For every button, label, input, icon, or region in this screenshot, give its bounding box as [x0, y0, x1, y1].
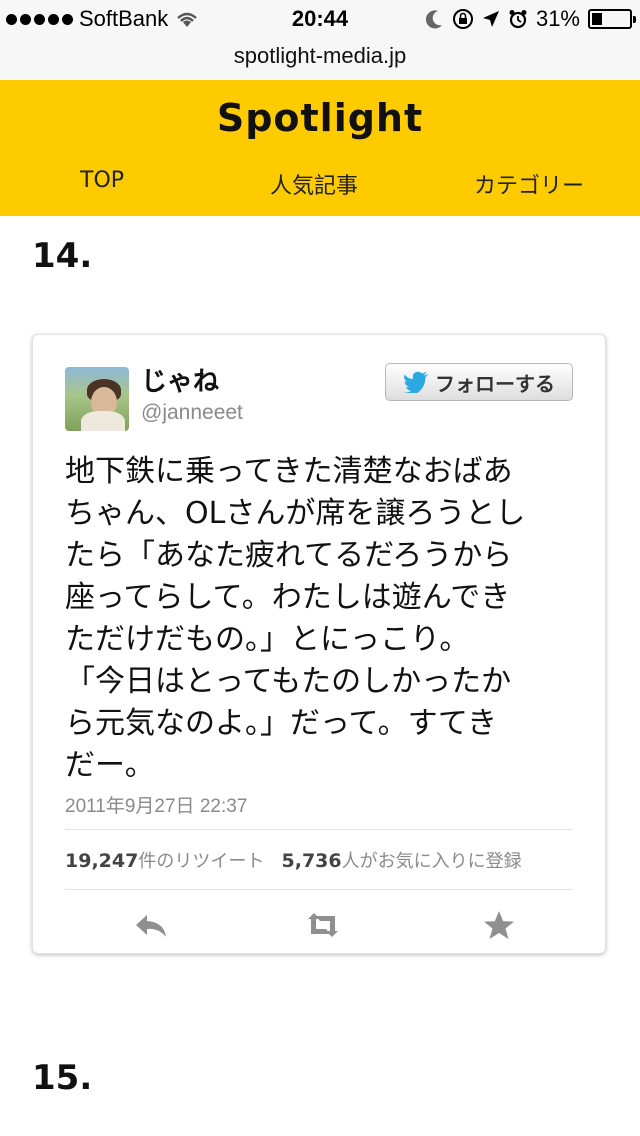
- tweet-handle[interactable]: @janneeet: [141, 401, 243, 425]
- tweet-line: 「今日はとってもたのしかったか: [65, 664, 512, 699]
- rotation-lock-icon: [452, 9, 473, 29]
- nav-categories[interactable]: カテゴリー: [474, 168, 584, 200]
- favorite-count[interactable]: 5,736: [282, 850, 342, 872]
- battery-percent: 31%: [535, 6, 580, 31]
- retweet-icon[interactable]: [305, 909, 341, 941]
- reply-icon[interactable]: [133, 909, 169, 941]
- site-nav: TOP 人気記事 カテゴリー: [0, 168, 640, 208]
- tweet-line: だー。: [65, 748, 155, 783]
- retweet-count[interactable]: 19,247: [65, 850, 138, 872]
- battery-icon: [588, 9, 636, 29]
- tweet-display-name[interactable]: じゃね: [141, 361, 219, 398]
- tweet-timestamp[interactable]: 2011年9月27日 22:37: [65, 791, 247, 818]
- tweet-line: ちゃん、OLさんが席を譲ろうとし: [65, 496, 526, 531]
- favorite-icon[interactable]: [481, 909, 517, 941]
- tweet-text: 地下鉄に乗ってきた清楚なおばあ ちゃん、OLさんが席を譲ろうとし たら「あなた疲…: [65, 451, 577, 787]
- address-bar[interactable]: spotlight-media.jp: [0, 40, 640, 81]
- avatar[interactable]: [65, 367, 129, 431]
- tweet-line: 地下鉄に乗ってきた清楚なおばあ: [65, 454, 513, 489]
- moon-icon: [425, 10, 442, 29]
- item-number: 15.: [32, 1058, 93, 1098]
- follow-label: フォローする: [435, 371, 555, 396]
- follow-button[interactable]: フォローする: [385, 363, 573, 401]
- favorite-label: 人がお気に入りに登録: [341, 851, 522, 872]
- tweet-line: 座ってらして。わたしは遊んでき: [65, 580, 511, 615]
- status-bar: SoftBank 20:44 31%: [0, 0, 640, 40]
- divider: [65, 829, 573, 830]
- divider: [65, 889, 573, 890]
- tweet-stats: 19,247件のリツイート 5,736人がお気に入りに登録: [65, 847, 522, 873]
- alarm-icon: [509, 10, 527, 29]
- tweet-line: ら元気なのよ。」だって。すてき: [65, 706, 497, 741]
- site-logo[interactable]: Spotlight: [0, 96, 640, 140]
- nav-top[interactable]: TOP: [80, 168, 124, 193]
- status-right: 31%: [425, 6, 636, 32]
- tweet-line: ただけだもの。」とにっこり。: [65, 622, 470, 657]
- twitter-bird-icon: [403, 371, 428, 393]
- location-icon: [482, 11, 499, 27]
- site-header: Spotlight TOP 人気記事 カテゴリー: [0, 80, 640, 216]
- url-text: spotlight-media.jp: [233, 43, 407, 68]
- retweet-label: 件のリツイート: [138, 851, 265, 872]
- nav-popular[interactable]: 人気記事: [270, 168, 358, 200]
- tweet-line: たら「あなた疲れてるだろうから: [65, 538, 513, 573]
- embedded-tweet: じゃね @janneeet フォローする 地下鉄に乗ってきた清楚なおばあ ちゃん…: [32, 334, 606, 954]
- item-number: 14.: [32, 236, 93, 276]
